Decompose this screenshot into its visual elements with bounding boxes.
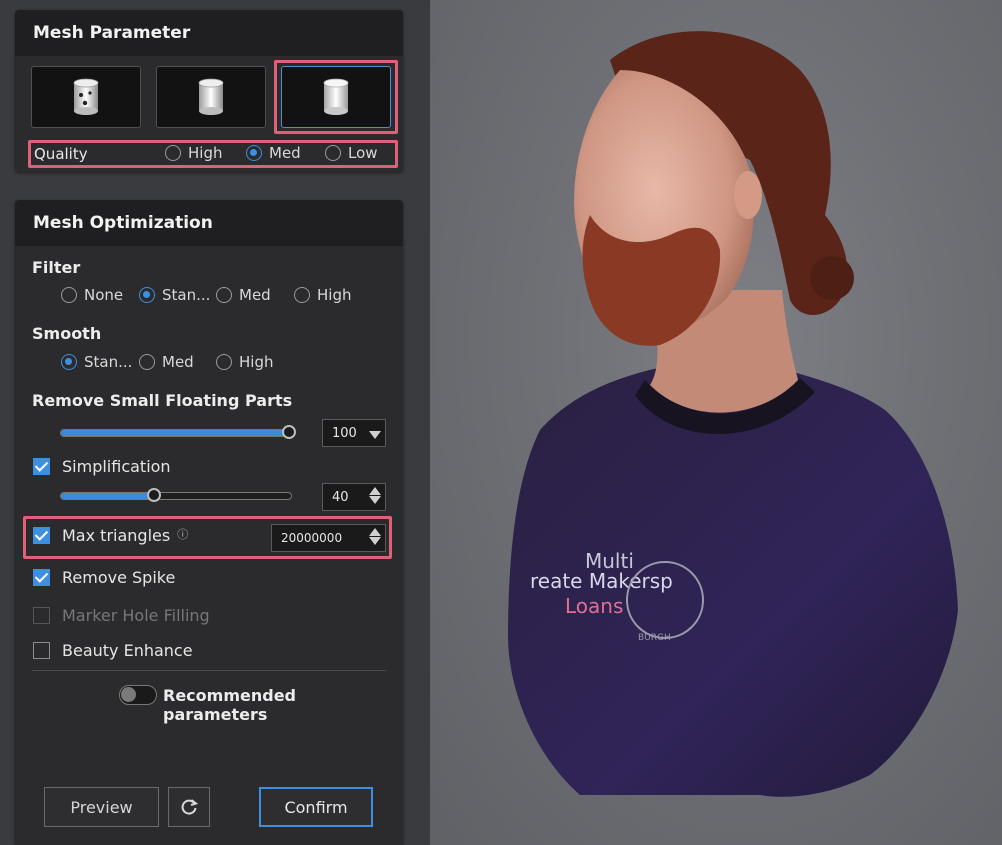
smooth-label: Smooth: [32, 324, 102, 343]
spinbox-value: 40: [332, 489, 349, 505]
refresh-icon: [181, 799, 199, 815]
simplification-spinbox[interactable]: 40: [322, 483, 386, 511]
recommended-parameters-toggle[interactable]: [119, 685, 157, 705]
beauty-enhance-label: Beauty Enhance: [62, 641, 193, 660]
confirm-button[interactable]: Confirm: [259, 787, 373, 827]
preset-button-holes[interactable]: [31, 66, 141, 128]
3d-viewport[interactable]: Multi reate Makersp Loans BURGH: [430, 0, 1002, 845]
marker-hole-filling-label: Marker Hole Filling: [62, 606, 210, 625]
reset-button[interactable]: [168, 787, 210, 827]
max-triangles-label: Max triangles ⓘ: [62, 526, 188, 545]
info-icon[interactable]: ⓘ: [177, 528, 188, 541]
radio-dot: [294, 287, 310, 303]
toggle-knob: [121, 687, 136, 702]
remove-floating-parts-label: Remove Small Floating Parts: [32, 391, 293, 410]
slider-thumb[interactable]: [282, 425, 296, 439]
quality-label: Quality: [34, 145, 88, 163]
preset-button-smooth[interactable]: [281, 66, 391, 128]
section-divider: [32, 670, 386, 671]
slider-fill: [61, 430, 291, 436]
slider-fill: [61, 493, 153, 499]
chevron-down-icon: [369, 496, 381, 504]
mesh-optimization-title: Mesh Optimization: [15, 200, 403, 246]
smooth-high-label: High: [239, 353, 274, 371]
chevron-down-icon: [369, 537, 381, 545]
filter-standard-radio[interactable]: Stan...: [139, 286, 210, 304]
quality-high-radio[interactable]: High: [165, 144, 222, 162]
cylinder-icon: [198, 78, 224, 115]
remove-spike-label: Remove Spike: [62, 568, 176, 587]
filter-none-label: None: [84, 286, 124, 304]
radio-dot: [61, 287, 77, 303]
filter-standard-label: Stan...: [162, 286, 211, 304]
radio-dot: [325, 145, 341, 161]
spinbox-value: 20000000: [281, 531, 343, 545]
scanned-bust-model: Multi reate Makersp Loans BURGH: [508, 31, 958, 797]
marker-hole-filling-checkbox: [33, 607, 50, 624]
radio-dot: [216, 354, 232, 370]
filter-med-radio[interactable]: Med: [216, 286, 271, 304]
spin-down-arrow[interactable]: [369, 431, 381, 439]
smooth-standard-label: Stan...: [84, 353, 133, 371]
shirt-emblem-text: BURGH: [638, 633, 671, 643]
filter-med-label: Med: [239, 286, 271, 304]
beauty-enhance-checkbox[interactable]: [33, 642, 50, 659]
radio-dot-selected: [139, 287, 155, 303]
max-triangles-spinbox[interactable]: 20000000: [271, 524, 386, 552]
smooth-med-label: Med: [162, 353, 194, 371]
filter-high-radio[interactable]: High: [294, 286, 351, 304]
filter-label: Filter: [32, 258, 81, 277]
mesh-parameter-title: Mesh Parameter: [15, 10, 403, 56]
smooth-high-radio[interactable]: High: [216, 353, 273, 371]
quality-low-label: Low: [348, 144, 378, 162]
radio-dot: [216, 287, 232, 303]
max-triangles-text: Max triangles: [62, 526, 171, 545]
cylinder-smooth-icon: [323, 78, 349, 115]
radio-dot-selected: [246, 145, 262, 161]
mesh-parameter-panel: Mesh Parameter Quality High Med Low: [15, 10, 403, 172]
mesh-optimization-panel: Mesh Optimization Filter None Stan... Me…: [15, 200, 403, 845]
shirt-print-line-3: Loans: [565, 594, 623, 618]
chevron-up-icon: [369, 487, 381, 495]
quality-med-radio[interactable]: Med: [246, 144, 301, 162]
remove-floating-parts-spinbox[interactable]: 100: [322, 419, 386, 447]
spinbox-value: 100: [332, 425, 357, 441]
max-triangles-checkbox[interactable]: [33, 527, 50, 544]
recommended-parameters-label: Recommended parameters: [163, 686, 296, 724]
spin-arrows[interactable]: [369, 528, 381, 545]
radio-dot: [139, 354, 155, 370]
radio-dot-selected: [61, 354, 77, 370]
simplification-checkbox[interactable]: [33, 458, 50, 475]
smooth-standard-radio[interactable]: Stan...: [61, 353, 132, 371]
cylinder-with-holes-icon: [73, 78, 99, 115]
shirt-print-line-2: reate Makersp: [530, 569, 673, 593]
simplification-label: Simplification: [62, 457, 171, 476]
radio-dot: [165, 145, 181, 161]
quality-med-label: Med: [269, 144, 301, 162]
quality-low-radio[interactable]: Low: [325, 144, 378, 162]
smooth-med-radio[interactable]: Med: [139, 353, 194, 371]
simplification-slider[interactable]: [60, 488, 292, 502]
quality-high-label: High: [188, 144, 223, 162]
filter-none-radio[interactable]: None: [61, 286, 123, 304]
remove-spike-checkbox[interactable]: [33, 569, 50, 586]
chevron-up-icon: [369, 528, 381, 536]
preview-button[interactable]: Preview: [44, 787, 159, 827]
filter-high-label: High: [317, 286, 352, 304]
remove-floating-parts-slider[interactable]: [60, 425, 296, 439]
chevron-down-icon: [369, 431, 381, 439]
slider-thumb[interactable]: [147, 488, 161, 502]
preset-button-plain[interactable]: [156, 66, 266, 128]
spin-arrows[interactable]: [369, 487, 381, 504]
